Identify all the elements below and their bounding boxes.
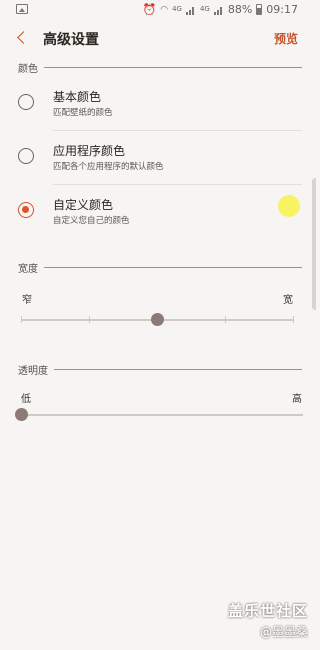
width-slider-tick — [21, 316, 22, 323]
color-section-header: 颜色 — [18, 60, 302, 75]
option-basic-color[interactable]: 基本颜色 匹配壁纸的颜色 — [0, 76, 316, 128]
option-subtitle: 自定义您自己的颜色 — [53, 216, 130, 226]
edge-panel-handle[interactable] — [312, 178, 316, 310]
width-slider-thumb[interactable] — [151, 313, 164, 326]
option-subtitle: 匹配壁纸的颜色 — [53, 108, 113, 118]
app-header: 高级设置 预览 — [0, 20, 316, 56]
option-title: 基本颜色 — [53, 90, 102, 104]
preview-button[interactable]: 预览 — [274, 30, 298, 47]
opacity-slider-track[interactable] — [21, 414, 303, 416]
opacity-section-label: 透明度 — [18, 365, 48, 377]
alarm-icon: ⏰ — [142, 3, 157, 16]
radio-custom-color[interactable] — [18, 202, 34, 218]
width-section-label: 宽度 — [18, 263, 38, 275]
option-title: 自定义颜色 — [53, 198, 114, 212]
opacity-section-header: 透明度 — [18, 362, 302, 377]
radio-basic-color[interactable] — [18, 94, 34, 110]
status-bar: ⏰ ◠ 4G 4G 88% 09:17 — [0, 0, 316, 20]
watermark-user: @墨墨桑 — [259, 625, 308, 639]
touch-indicator — [278, 195, 300, 217]
opacity-max-label: 高 — [292, 394, 302, 405]
width-slider-tick — [225, 316, 226, 323]
watermark-brand: 盖乐世社区 — [227, 602, 308, 620]
option-subtitle: 匹配各个应用程序的默认颜色 — [53, 162, 164, 172]
option-title: 应用程序颜色 — [53, 144, 126, 158]
battery-percent: 88% — [227, 3, 253, 16]
option-custom-color[interactable]: 自定义颜色 自定义您自己的颜色 — [0, 184, 316, 236]
width-section-header: 宽度 — [18, 260, 302, 275]
page-title: 高级设置 — [43, 32, 99, 48]
wifi-icon: ◠ — [160, 4, 169, 15]
back-arrow-icon[interactable] — [14, 29, 30, 45]
opacity-min-label: 低 — [21, 394, 31, 405]
status-right: ⏰ ◠ 4G 4G 88% 09:17 — [143, 3, 299, 16]
signal-1-icon — [185, 5, 196, 15]
network-2-label: 4G — [199, 5, 210, 13]
width-slider-tick — [293, 316, 294, 323]
battery-icon — [256, 4, 263, 15]
option-app-color[interactable]: 应用程序颜色 匹配各个应用程序的默认颜色 — [0, 130, 316, 182]
color-section-label: 颜色 — [18, 63, 38, 75]
section-divider — [44, 266, 302, 268]
opacity-slider-thumb[interactable] — [14, 408, 28, 421]
width-slider-tick — [89, 316, 90, 323]
network-1-label: 4G — [172, 5, 182, 13]
gallery-notification-icon — [16, 4, 28, 14]
clock: 09:17 — [266, 3, 298, 16]
section-divider — [54, 368, 302, 370]
width-max-label: 宽 — [283, 295, 293, 306]
width-min-label: 窄 — [22, 295, 32, 306]
section-divider — [44, 66, 302, 68]
signal-2-icon — [213, 5, 224, 15]
radio-app-color[interactable] — [18, 148, 34, 164]
